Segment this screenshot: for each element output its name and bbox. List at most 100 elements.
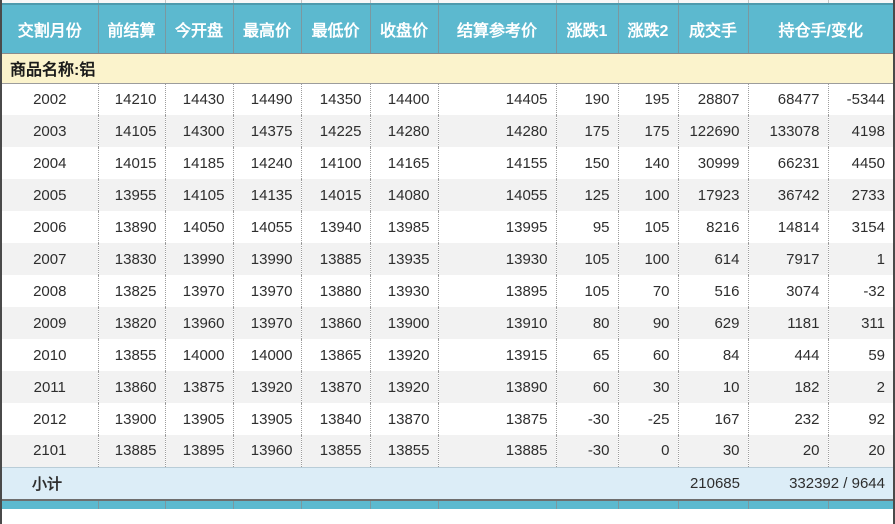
cell-delivery-month: 2004	[33, 154, 67, 172]
table-row: 2009 13820 13960 13970 13860 13900 13910 80 90 62…	[2, 307, 893, 339]
cell-value: 13900	[369, 307, 438, 339]
cell-value: 1	[827, 243, 893, 275]
col-header-open: 今开盘	[165, 3, 234, 54]
table-row: 2008 13825 13970 13970 13880 13930 13895 105 70 5…	[2, 275, 893, 307]
cell-delivery-month: 2010	[33, 346, 67, 364]
col-header-open-interest-change: 持仓手/变化	[748, 3, 893, 54]
table-row: 2012 13900 13905 13905 13840 13870 13875 -30 -25…	[2, 403, 893, 435]
cell-value: 13920	[369, 339, 438, 371]
cell-value: 1181	[747, 307, 828, 339]
cell-value: 17923	[677, 179, 748, 211]
cell-value: 13915	[437, 339, 556, 371]
cell-value: 13905	[232, 403, 301, 435]
cell-value: 13970	[232, 275, 301, 307]
cell-value: 28807	[677, 83, 748, 115]
cell-value: 84	[677, 339, 748, 371]
cell-value: -5344	[827, 83, 893, 115]
cell-value: 92	[827, 403, 893, 435]
cell-value: 13865	[300, 339, 370, 371]
cell-value: 13870	[300, 371, 370, 403]
cell-value: 14430	[164, 83, 233, 115]
cell-value: 13860	[97, 371, 165, 403]
cell-value: 13930	[437, 243, 556, 275]
cell-value: 13855	[97, 339, 165, 371]
table-row: 2005 13955 14105 14135 14015 14080 14055 125 100…	[2, 179, 893, 211]
cell-value: 133078	[747, 115, 828, 147]
next-section-header-sliver	[2, 499, 893, 509]
cell-value: 13905	[164, 403, 233, 435]
cell-value: 13935	[369, 243, 438, 275]
col-header-low: 最低价	[301, 3, 371, 54]
cell-value: 13875	[437, 403, 556, 435]
cell-value: 13990	[164, 243, 233, 275]
cell-value: 14155	[437, 147, 556, 179]
data-rows: 2002 14210 14430 14490 14350 14400 14405 190 195…	[2, 83, 893, 467]
cell-value: 36742	[747, 179, 828, 211]
cell-value: 14100	[300, 147, 370, 179]
col-header-change2: 涨跌2	[618, 3, 679, 54]
cell-value: 14185	[164, 147, 233, 179]
cell-value: 13990	[232, 243, 301, 275]
cell-value: 13855	[369, 435, 438, 467]
cell-value: 13880	[300, 275, 370, 307]
cell-value: 14300	[164, 115, 233, 147]
col-header-close: 收盘价	[370, 3, 439, 54]
cell-value: -25	[617, 403, 678, 435]
cell-value: 90	[617, 307, 678, 339]
cell-value: 30	[617, 371, 678, 403]
cell-value: 13960	[164, 307, 233, 339]
table-row: 2006 13890 14050 14055 13940 13985 13995 95 105 8…	[2, 211, 893, 243]
cell-value: 13900	[97, 403, 165, 435]
cell-delivery-month: 2007	[33, 250, 67, 268]
col-header-delivery-month: 交割月份	[2, 3, 99, 54]
cell-value: 0	[617, 435, 678, 467]
cell-value: 13985	[369, 211, 438, 243]
cell-value: 175	[555, 115, 618, 147]
subtotal-label: 小计	[2, 466, 678, 500]
cell-delivery-month: 2003	[33, 122, 67, 140]
cell-value: 13820	[97, 307, 165, 339]
cell-value: 13970	[232, 307, 301, 339]
futures-quotes-table: 交割月份 前结算 今开盘 最高价 最低价 收盘价 结算参考价 涨跌1 涨跌2 成…	[2, 0, 893, 509]
cell-value: 14225	[300, 115, 370, 147]
table-row: 2007 13830 13990 13990 13885 13935 13930 105 100…	[2, 243, 893, 275]
table-row: 2002 14210 14430 14490 14350 14400 14405 190 195…	[2, 83, 893, 115]
cell-value: 13890	[97, 211, 165, 243]
cell-value: 140	[617, 147, 678, 179]
cell-value: 13970	[164, 275, 233, 307]
cell-delivery-month: 2009	[33, 314, 67, 332]
cell-value: 122690	[677, 115, 748, 147]
cell-value: 13995	[437, 211, 556, 243]
cell-value: 13885	[300, 243, 370, 275]
cell-value: 167	[677, 403, 748, 435]
col-header-volume: 成交手	[678, 3, 749, 54]
cell-value: 14350	[300, 83, 370, 115]
col-header-high: 最高价	[233, 3, 302, 54]
cell-delivery-month: 2012	[33, 410, 67, 428]
cell-value: 8216	[677, 211, 748, 243]
cell-value: 30	[677, 435, 748, 467]
cell-value: -30	[555, 435, 618, 467]
cell-value: 66231	[747, 147, 828, 179]
cell-value: 80	[555, 307, 618, 339]
cell-value: 20	[747, 435, 828, 467]
cell-value: 14490	[232, 83, 301, 115]
table-row: 2101 13885 13895 13960 13855 13855 13885 -30 0 30…	[2, 435, 893, 467]
cell-value: 516	[677, 275, 748, 307]
col-header-prev-settlement: 前结算	[98, 3, 166, 54]
cell-value: 13920	[232, 371, 301, 403]
cell-value: 13885	[437, 435, 556, 467]
table-row: 2003 14105 14300 14375 14225 14280 14280 175 175…	[2, 115, 893, 147]
cell-value: 59	[827, 339, 893, 371]
table-row: 2004 14015 14185 14240 14100 14165 14155 150 140…	[2, 147, 893, 179]
cell-value: 13830	[97, 243, 165, 275]
cell-value: 10	[677, 371, 748, 403]
cell-value: 311	[827, 307, 893, 339]
cell-delivery-month: 2011	[33, 378, 66, 396]
cell-value: 105	[617, 211, 678, 243]
cell-delivery-month: 2006	[33, 218, 67, 236]
cell-value: 14105	[97, 115, 165, 147]
quotes-table-container: 交割月份 前结算 今开盘 最高价 最低价 收盘价 结算参考价 涨跌1 涨跌2 成…	[0, 0, 895, 524]
cell-value: 60	[555, 371, 618, 403]
cell-value: 14400	[369, 83, 438, 115]
